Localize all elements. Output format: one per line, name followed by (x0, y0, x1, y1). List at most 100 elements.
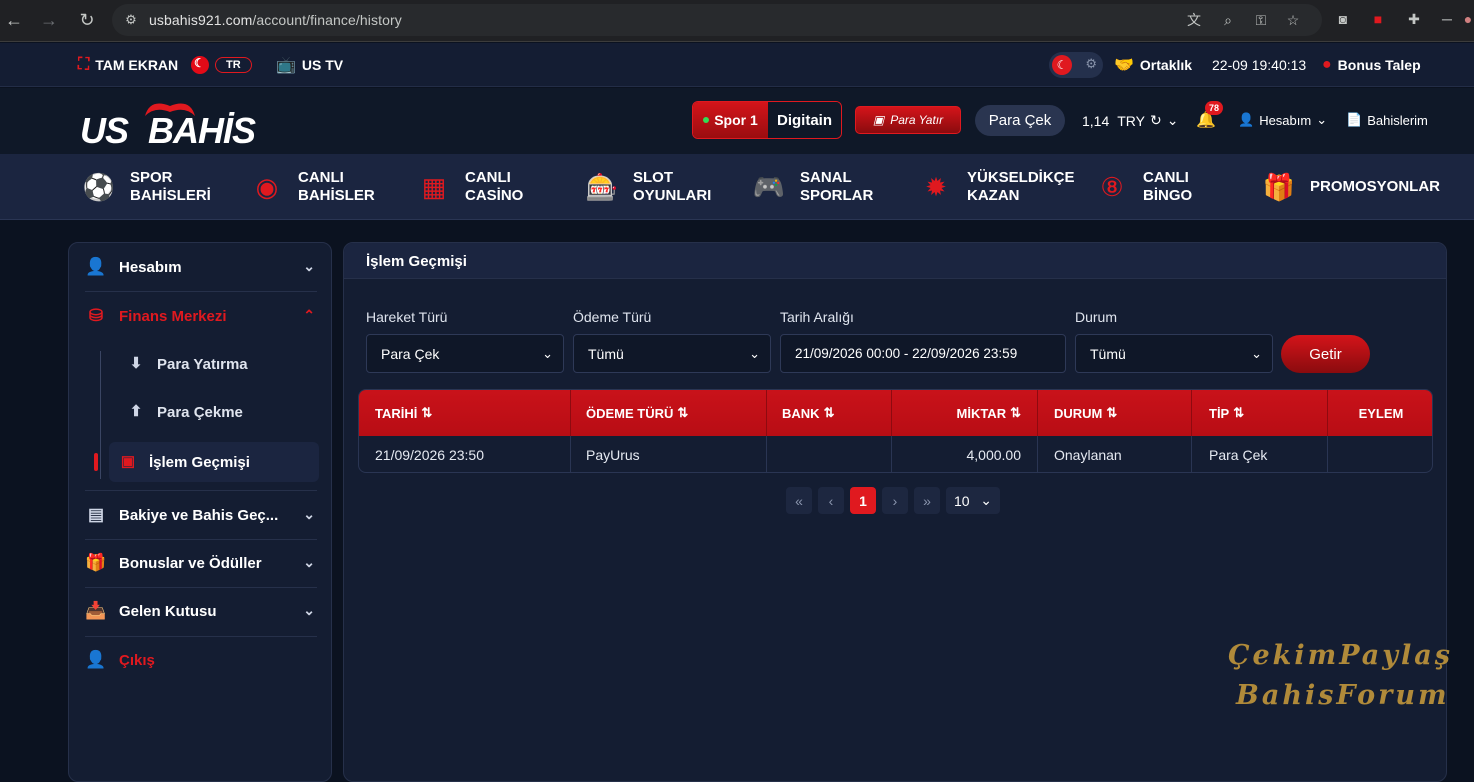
language-selector[interactable]: TR (191, 55, 252, 75)
deposit-button[interactable]: ▣ Para Yatır (855, 106, 961, 134)
sidebar-item-balance-history[interactable]: ▤ Bakiye ve Bahis Geç... ⌄ (85, 492, 317, 538)
page-size-select[interactable]: 10 ⌄ (946, 487, 1000, 514)
profile-avatar-icon[interactable]: ● (1458, 9, 1474, 29)
sport-provider-switch[interactable]: Spor 1 Digitain (692, 101, 842, 139)
menu-label: SPOR (130, 169, 173, 186)
column-status[interactable]: DURUM ⇅ (1038, 390, 1192, 436)
menu-label: SANAL (800, 169, 852, 186)
star-icon[interactable]: ☆ (1283, 10, 1303, 30)
menu-label: OYUNLARI (633, 187, 712, 204)
sort-icon: ⇅ (677, 405, 689, 420)
withdraw-button[interactable]: Para Çek (975, 105, 1065, 136)
zoom-icon[interactable]: ⌕ (1218, 10, 1238, 30)
status-select[interactable]: Tümü ⌄ (1075, 334, 1273, 373)
sidebar-item-inbox[interactable]: 📥 Gelen Kutusu ⌄ (85, 588, 317, 634)
submit-button[interactable]: Getir (1281, 335, 1370, 373)
theme-toggle[interactable]: ☾ ⚙ (1049, 52, 1103, 78)
account-label: Hesabım (1259, 112, 1312, 128)
sidebar-label: Hesabım (119, 258, 182, 276)
menu-item-live-casino[interactable]: ▦ CANLI CASİNO (415, 168, 524, 206)
sidebar-item-finance[interactable]: ⛁ Finans Merkezi ⌃ (85, 293, 317, 339)
chevron-down-icon: ⌄ (1166, 112, 1179, 128)
cell-payment-type: PayUrus (571, 436, 767, 472)
rocket-icon: ✹ (925, 172, 947, 202)
back-icon[interactable]: ← (4, 10, 24, 30)
fullscreen-icon: ⛶ (78, 56, 90, 73)
digitain-tab[interactable]: Digitain (768, 102, 841, 138)
site-info-icon[interactable]: ⚙ (122, 11, 140, 29)
menu-item-promotions[interactable]: 🎁 PROMOSYONLAR (1260, 168, 1440, 206)
my-bets-link[interactable]: 📄 Bahislerim (1346, 112, 1428, 128)
bonus-request-button[interactable]: ● Bonus Talep (1322, 55, 1421, 75)
column-type[interactable]: TİP ⇅ (1192, 390, 1328, 436)
notification-badge: 78 (1205, 101, 1224, 115)
sidebar-item-deposit[interactable]: ⬇ Para Yatırma (125, 344, 315, 384)
column-date[interactable]: TARİHİ ⇅ (359, 390, 571, 436)
menu-label: CASİNO (465, 187, 524, 204)
fullscreen-label: TAM EKRAN (95, 57, 179, 73)
menu-item-bingo[interactable]: ⑧ CANLI BİNGO (1093, 168, 1192, 206)
gift-icon: 🎁 (85, 553, 107, 572)
extension-o-icon[interactable]: ◙ (1333, 9, 1353, 29)
chevron-down-icon: ⌄ (980, 492, 992, 508)
movement-type-select[interactable]: Para Çek ⌄ (366, 334, 564, 373)
last-page-icon[interactable]: » (914, 487, 940, 514)
page-button[interactable]: 1 (850, 487, 876, 514)
moon-icon: ☾ (1052, 55, 1072, 75)
column-amount[interactable]: MİKTAR ⇅ (892, 390, 1038, 436)
column-label: DURUM (1054, 405, 1103, 421)
partner-link[interactable]: 🤝 Ortaklık (1114, 55, 1192, 75)
inbox-icon: 📥 (85, 601, 107, 620)
logout-icon: 👤 (85, 650, 107, 669)
window-control-icon[interactable]: ─ (1437, 9, 1457, 29)
top-bar: ⛶TAM EKRAN TR 📺US TV ☾⚙ 🤝Ortaklık 22-09 … (0, 43, 1474, 87)
browser-toolbar: ← → ↻ ⚙ usbahis921.com/account/finance/h… (0, 0, 1474, 42)
balance-display[interactable]: 1,14 TRY ↻ ⌄ (1082, 112, 1178, 129)
extension-red-icon[interactable]: ■ (1368, 9, 1388, 29)
column-label: MİKTAR (956, 405, 1007, 421)
menu-item-live-bets[interactable]: ◉ CANLI BAHİSLER (248, 168, 375, 206)
reload-icon[interactable]: ↻ (77, 10, 97, 30)
fullscreen-button[interactable]: ⛶ TAM EKRAN (78, 55, 178, 75)
site-logo[interactable]: US BAHİS (78, 96, 324, 151)
menu-item-crash[interactable]: ✹ YÜKSELDİKÇE KAZAN (917, 168, 1074, 206)
forward-icon[interactable]: → (39, 10, 59, 30)
sidebar-item-bonuses[interactable]: 🎁 Bonuslar ve Ödüller ⌄ (85, 540, 317, 586)
column-bank[interactable]: BANK ⇅ (767, 390, 892, 436)
date-range-input[interactable]: 21/09/2026 00:00 - 22/09/2026 23:59 (780, 334, 1066, 373)
sidebar-item-account[interactable]: 👤 Hesabım ⌄ (85, 244, 317, 290)
user-icon: 👤 (1238, 112, 1255, 127)
main-menu: ⚽ SPOR BAHİSLERİ ◉ CANLI BAHİSLER ▦ CANLI CASİ… (0, 154, 1474, 220)
sidebar-item-logout[interactable]: 👤 Çıkış (85, 637, 317, 683)
account-menu[interactable]: 👤 Hesabım ⌄ (1238, 112, 1327, 128)
spor1-tab[interactable]: Spor 1 (693, 102, 768, 138)
us-tv-link[interactable]: 📺 US TV (276, 55, 343, 75)
spor1-label: Spor 1 (714, 112, 758, 128)
menu-item-sports[interactable]: ⚽ SPOR BAHİSLERİ (80, 168, 211, 206)
coins-icon: ⛁ (88, 306, 104, 325)
notifications-button[interactable]: 🔔 78 (1196, 101, 1224, 130)
sidebar-item-history[interactable]: ▣ İşlem Geçmişi (109, 442, 319, 482)
prev-page-icon[interactable]: ‹ (818, 487, 844, 514)
bonus-label: Bonus Talep (1337, 57, 1421, 73)
chevron-down-icon: ⌄ (303, 554, 315, 570)
key-icon[interactable]: ⚿ (1251, 10, 1271, 30)
column-label: TİP (1209, 405, 1230, 421)
address-bar[interactable]: ⚙ usbahis921.com/account/finance/history… (112, 4, 1322, 36)
sort-icon: ⇅ (823, 405, 835, 420)
column-payment-type[interactable]: ÖDEME TÜRÜ ⇅ (571, 390, 767, 436)
watermark: ÇekimPaylaş BahisForum (1226, 640, 1474, 720)
next-page-icon[interactable]: › (882, 487, 908, 514)
chevron-down-icon: ⌄ (542, 346, 553, 361)
translate-icon[interactable]: 文 (1184, 10, 1204, 30)
payment-type-select[interactable]: Tümü ⌄ (573, 334, 771, 373)
menu-item-virtual-sports[interactable]: 🎮 SANAL SPORLAR (750, 168, 874, 206)
menu-label: CANLI (298, 169, 344, 186)
divider (85, 490, 317, 491)
chevron-down-icon: ⌄ (749, 346, 760, 361)
extensions-icon[interactable]: ✚ (1404, 9, 1424, 29)
page-size-value: 10 (954, 492, 970, 509)
first-page-icon[interactable]: « (786, 487, 812, 514)
menu-item-slots[interactable]: 🎰 SLOT OYUNLARI (583, 168, 712, 206)
sidebar-item-withdraw[interactable]: ⬆ Para Çekme (125, 392, 315, 432)
